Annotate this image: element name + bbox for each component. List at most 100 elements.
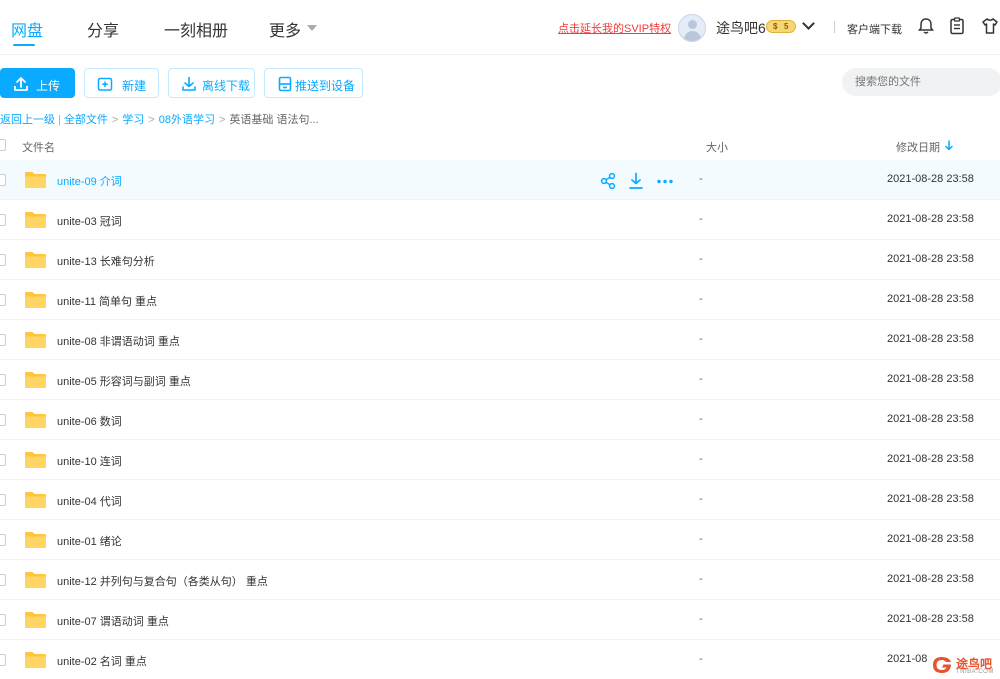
row-checkbox[interactable] xyxy=(0,574,6,586)
vip-badge-coin: $ xyxy=(773,22,778,31)
file-name-link[interactable]: unite-09 介词 xyxy=(57,173,122,189)
file-size: - xyxy=(699,653,703,665)
file-size: - xyxy=(699,213,703,225)
file-modified-date: 2021-08-28 23:58 xyxy=(887,613,974,625)
file-modified-date: 2021-08-28 23:58 xyxy=(887,253,974,265)
file-name-link[interactable]: unite-10 连词 xyxy=(57,453,122,469)
file-name-link[interactable]: unite-04 代词 xyxy=(57,493,122,509)
file-name-link[interactable]: unite-06 数词 xyxy=(57,413,122,429)
username[interactable]: 途鸟吧6 xyxy=(716,18,766,38)
column-header-size[interactable]: 大小 xyxy=(706,139,728,155)
breadcrumb-separator: | xyxy=(58,114,61,126)
row-checkbox[interactable] xyxy=(0,414,6,426)
table-row[interactable]: unite-13 长难句分析 - 2021-08-28 23:58 xyxy=(0,240,1000,280)
bell-icon[interactable] xyxy=(916,16,936,36)
file-size: - xyxy=(699,493,703,505)
table-row[interactable]: unite-05 形容词与副词 重点 - 2021-08-28 23:58 xyxy=(0,360,1000,400)
folder-icon xyxy=(25,572,46,588)
row-checkbox[interactable] xyxy=(0,614,6,626)
file-modified-date: 2021-08-28 23:58 xyxy=(887,573,974,585)
new-folder-button[interactable]: 新建 xyxy=(84,68,159,98)
active-tab-indicator xyxy=(13,44,35,46)
row-checkbox[interactable] xyxy=(0,334,6,346)
table-row[interactable]: unite-02 名词 重点 - 2021-08 xyxy=(0,640,1000,679)
tab-share[interactable]: 分享 xyxy=(87,17,119,41)
upload-label: 上传 xyxy=(36,79,61,93)
table-row[interactable]: unite-08 非谓语动词 重点 - 2021-08-28 23:58 xyxy=(0,320,1000,360)
file-list: unite-09 介词 - 2021-08-28 23:58 unite-03 冠词 -… xyxy=(0,160,1000,679)
folder-icon xyxy=(25,452,46,468)
folder-icon xyxy=(25,492,46,508)
file-name-link[interactable]: unite-03 冠词 xyxy=(57,213,122,229)
table-row[interactable]: unite-12 并列句与复合句（各类从句） 重点 - 2021-08-28 23:… xyxy=(0,560,1000,600)
clipboard-icon[interactable] xyxy=(947,16,967,36)
offline-download-button[interactable]: 离线下载 xyxy=(168,68,255,98)
upload-icon xyxy=(14,77,28,91)
row-checkbox[interactable] xyxy=(0,294,6,306)
folder-icon xyxy=(25,212,46,228)
file-modified-date: 2021-08-28 23:58 xyxy=(887,533,974,545)
vip-badge: $ 5 xyxy=(766,20,796,33)
column-header-name[interactable]: 文件名 xyxy=(22,139,55,155)
table-row[interactable]: unite-06 数词 - 2021-08-28 23:58 xyxy=(0,400,1000,440)
file-name-link[interactable]: unite-08 非谓语动词 重点 xyxy=(57,333,180,349)
row-checkbox[interactable] xyxy=(0,534,6,546)
column-header-modified[interactable]: 修改日期 xyxy=(896,139,940,155)
tab-album[interactable]: 一刻相册 xyxy=(164,17,228,41)
table-row[interactable]: unite-09 介词 - 2021-08-28 23:58 xyxy=(0,160,1000,200)
offline-download-label: 离线下载 xyxy=(202,79,251,93)
breadcrumb-language-study[interactable]: 08外语学习 xyxy=(159,114,215,126)
table-row[interactable]: unite-03 冠词 - 2021-08-28 23:58 xyxy=(0,200,1000,240)
share-icon[interactable] xyxy=(600,172,616,190)
file-name-link[interactable]: unite-11 简单句 重点 xyxy=(57,293,157,309)
file-name-link[interactable]: unite-12 并列句与复合句（各类从句） 重点 xyxy=(57,573,268,589)
download-icon[interactable] xyxy=(628,172,644,190)
select-all-checkbox[interactable] xyxy=(0,139,6,151)
table-row[interactable]: unite-07 谓语动词 重点 - 2021-08-28 23:58 xyxy=(0,600,1000,640)
row-actions xyxy=(600,172,680,190)
file-table-header: 文件名 大小 修改日期 xyxy=(0,132,1000,160)
file-name-link[interactable]: unite-13 长难句分析 xyxy=(57,253,155,269)
avatar[interactable] xyxy=(678,14,706,42)
row-checkbox[interactable] xyxy=(0,494,6,506)
file-modified-date: 2021-08-28 23:58 xyxy=(887,213,974,225)
vip-badge-level: 5 xyxy=(784,22,789,31)
row-checkbox[interactable] xyxy=(0,214,6,226)
file-name-link[interactable]: unite-05 形容词与副词 重点 xyxy=(57,373,191,389)
row-checkbox[interactable] xyxy=(0,654,6,666)
file-name-link[interactable]: unite-07 谓语动词 重点 xyxy=(57,613,169,629)
tab-netdisk[interactable]: 网盘 xyxy=(11,17,43,41)
file-size: - xyxy=(699,173,703,185)
row-checkbox[interactable] xyxy=(0,254,6,266)
table-row[interactable]: unite-01 绪论 - 2021-08-28 23:58 xyxy=(0,520,1000,560)
table-row[interactable]: unite-10 连词 - 2021-08-28 23:58 xyxy=(0,440,1000,480)
upload-button[interactable]: 上传 xyxy=(0,68,75,98)
breadcrumb-all-files[interactable]: 全部文件 xyxy=(64,114,108,126)
file-size: - xyxy=(699,333,703,345)
row-checkbox[interactable] xyxy=(0,454,6,466)
svip-promo-link[interactable]: 点击延长我的SVIP特权 xyxy=(558,20,671,36)
client-download-link[interactable]: 客户端下载 xyxy=(847,21,902,37)
more-icon[interactable] xyxy=(656,172,674,190)
file-size: - xyxy=(699,373,703,385)
row-checkbox[interactable] xyxy=(0,174,6,186)
row-checkbox[interactable] xyxy=(0,374,6,386)
push-to-device-button[interactable]: 推送到设备 xyxy=(264,68,363,98)
watermark-logo-icon xyxy=(933,657,951,673)
chevron-down-icon[interactable] xyxy=(307,25,317,31)
table-row[interactable]: unite-11 简单句 重点 - 2021-08-28 23:58 xyxy=(0,280,1000,320)
sort-down-arrow-icon[interactable] xyxy=(945,140,953,151)
breadcrumb-study[interactable]: 学习 xyxy=(122,114,144,126)
search-input[interactable] xyxy=(842,68,1000,96)
breadcrumb-back-link[interactable]: 返回上一级 xyxy=(0,114,55,126)
new-folder-icon xyxy=(97,77,113,91)
user-menu-chevron-icon[interactable] xyxy=(802,17,815,30)
file-name-link[interactable]: unite-02 名词 重点 xyxy=(57,653,147,669)
file-size: - xyxy=(699,453,703,465)
file-name-link[interactable]: unite-01 绪论 xyxy=(57,533,122,549)
tab-more[interactable]: 更多 xyxy=(269,17,301,41)
shirt-icon[interactable] xyxy=(980,16,1000,36)
table-row[interactable]: unite-04 代词 - 2021-08-28 23:58 xyxy=(0,480,1000,520)
folder-icon xyxy=(25,292,46,308)
watermark-logo: 途鸟吧 TNIBA.COM xyxy=(928,652,1000,679)
